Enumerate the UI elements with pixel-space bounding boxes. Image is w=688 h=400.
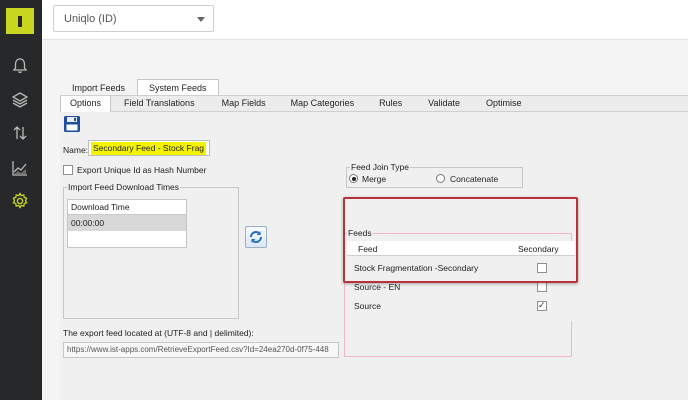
export-feed-label: The export feed located at (UTF-8 and | … xyxy=(63,328,254,338)
feed-name-value: Secondary Feed - Stock Frag xyxy=(91,142,207,155)
tab-import-feeds[interactable]: Import Feeds xyxy=(60,79,137,95)
table-row[interactable]: Stock Fragmentation -Secondary xyxy=(347,259,575,278)
secondary-column-header: Secondary xyxy=(518,244,559,254)
main-content: Import Feeds System Feeds Options Field … xyxy=(42,40,688,400)
option-tabs: Options Field Translations Map Fields Ma… xyxy=(60,95,688,112)
layers-icon[interactable] xyxy=(8,88,32,112)
table-row[interactable]: Source xyxy=(347,297,575,316)
line-chart-icon[interactable] xyxy=(8,156,32,180)
tab-field-translations[interactable]: Field Translations xyxy=(116,96,203,112)
download-times-title: Import Feed Download Times xyxy=(67,182,181,192)
tab-validate[interactable]: Validate xyxy=(420,96,468,112)
export-url-field[interactable]: https://www.ist-apps.com/RetrieveExportF… xyxy=(63,342,339,358)
app-logo[interactable] xyxy=(6,8,34,34)
concatenate-radio[interactable] xyxy=(436,174,445,183)
refresh-icon xyxy=(250,231,262,243)
refresh-button[interactable] xyxy=(245,226,267,248)
name-label: Name: xyxy=(63,145,89,155)
tab-rules[interactable]: Rules xyxy=(371,96,410,112)
tab-optimise[interactable]: Optimise xyxy=(478,96,530,112)
merge-radio[interactable] xyxy=(349,174,358,183)
sidebar xyxy=(0,0,42,400)
table-row[interactable]: Source - EN xyxy=(347,278,575,297)
download-time-header: Download Time xyxy=(68,200,186,215)
download-times-table: Download Time 00:00:00 xyxy=(67,199,187,248)
secondary-checkbox[interactable] xyxy=(537,300,547,311)
floppy-disk-icon xyxy=(64,116,80,132)
client-select[interactable]: Uniqlo (ID) xyxy=(53,5,214,32)
client-select-value: Uniqlo (ID) xyxy=(64,13,117,25)
export-unique-id-checkbox[interactable] xyxy=(63,165,73,175)
save-button[interactable] xyxy=(63,115,81,133)
sort-arrows-icon[interactable] xyxy=(8,121,32,145)
feed-join-type-title: Feed Join Type xyxy=(350,162,410,172)
feed-column-header: Feed xyxy=(358,244,378,254)
top-bar: Uniqlo (ID) xyxy=(42,0,688,40)
secondary-checkbox[interactable] xyxy=(537,282,547,292)
bell-icon[interactable] xyxy=(8,54,32,78)
feed-name-cell: Stock Fragmentation -Secondary xyxy=(354,263,479,273)
tab-map-categories[interactable]: Map Categories xyxy=(283,96,363,112)
export-unique-id-label: Export Unique Id as Hash Number xyxy=(77,165,207,175)
options-panel: Name: Secondary Feed - Stock Frag Export… xyxy=(60,112,688,400)
feed-tabs: Import Feeds System Feeds xyxy=(60,79,219,95)
feeds-title: Feeds xyxy=(347,228,373,238)
secondary-checkbox[interactable] xyxy=(537,263,547,273)
feed-join-type-group: Feed Join Type Merge Concatenate xyxy=(346,162,523,188)
feeds-table-header: Feed Secondary xyxy=(347,241,575,256)
feed-name-input[interactable]: Secondary Feed - Stock Frag xyxy=(88,140,210,156)
merge-label: Merge xyxy=(362,174,387,184)
feeds-table: Feed Secondary Stock Fragmentation -Seco… xyxy=(347,241,575,321)
concatenate-label: Concatenate xyxy=(450,174,499,184)
table-row[interactable]: 00:00:00 xyxy=(68,215,186,231)
tab-map-fields[interactable]: Map Fields xyxy=(214,96,274,112)
download-times-group: Import Feed Download Times Download Time… xyxy=(63,182,239,319)
tab-options[interactable]: Options xyxy=(60,96,112,112)
tab-system-feeds[interactable]: System Feeds xyxy=(137,79,219,95)
chevron-down-icon xyxy=(197,17,205,22)
feed-name-cell: Source xyxy=(354,301,381,311)
feed-name-cell: Source - EN xyxy=(354,282,401,292)
gear-icon[interactable] xyxy=(8,189,32,213)
